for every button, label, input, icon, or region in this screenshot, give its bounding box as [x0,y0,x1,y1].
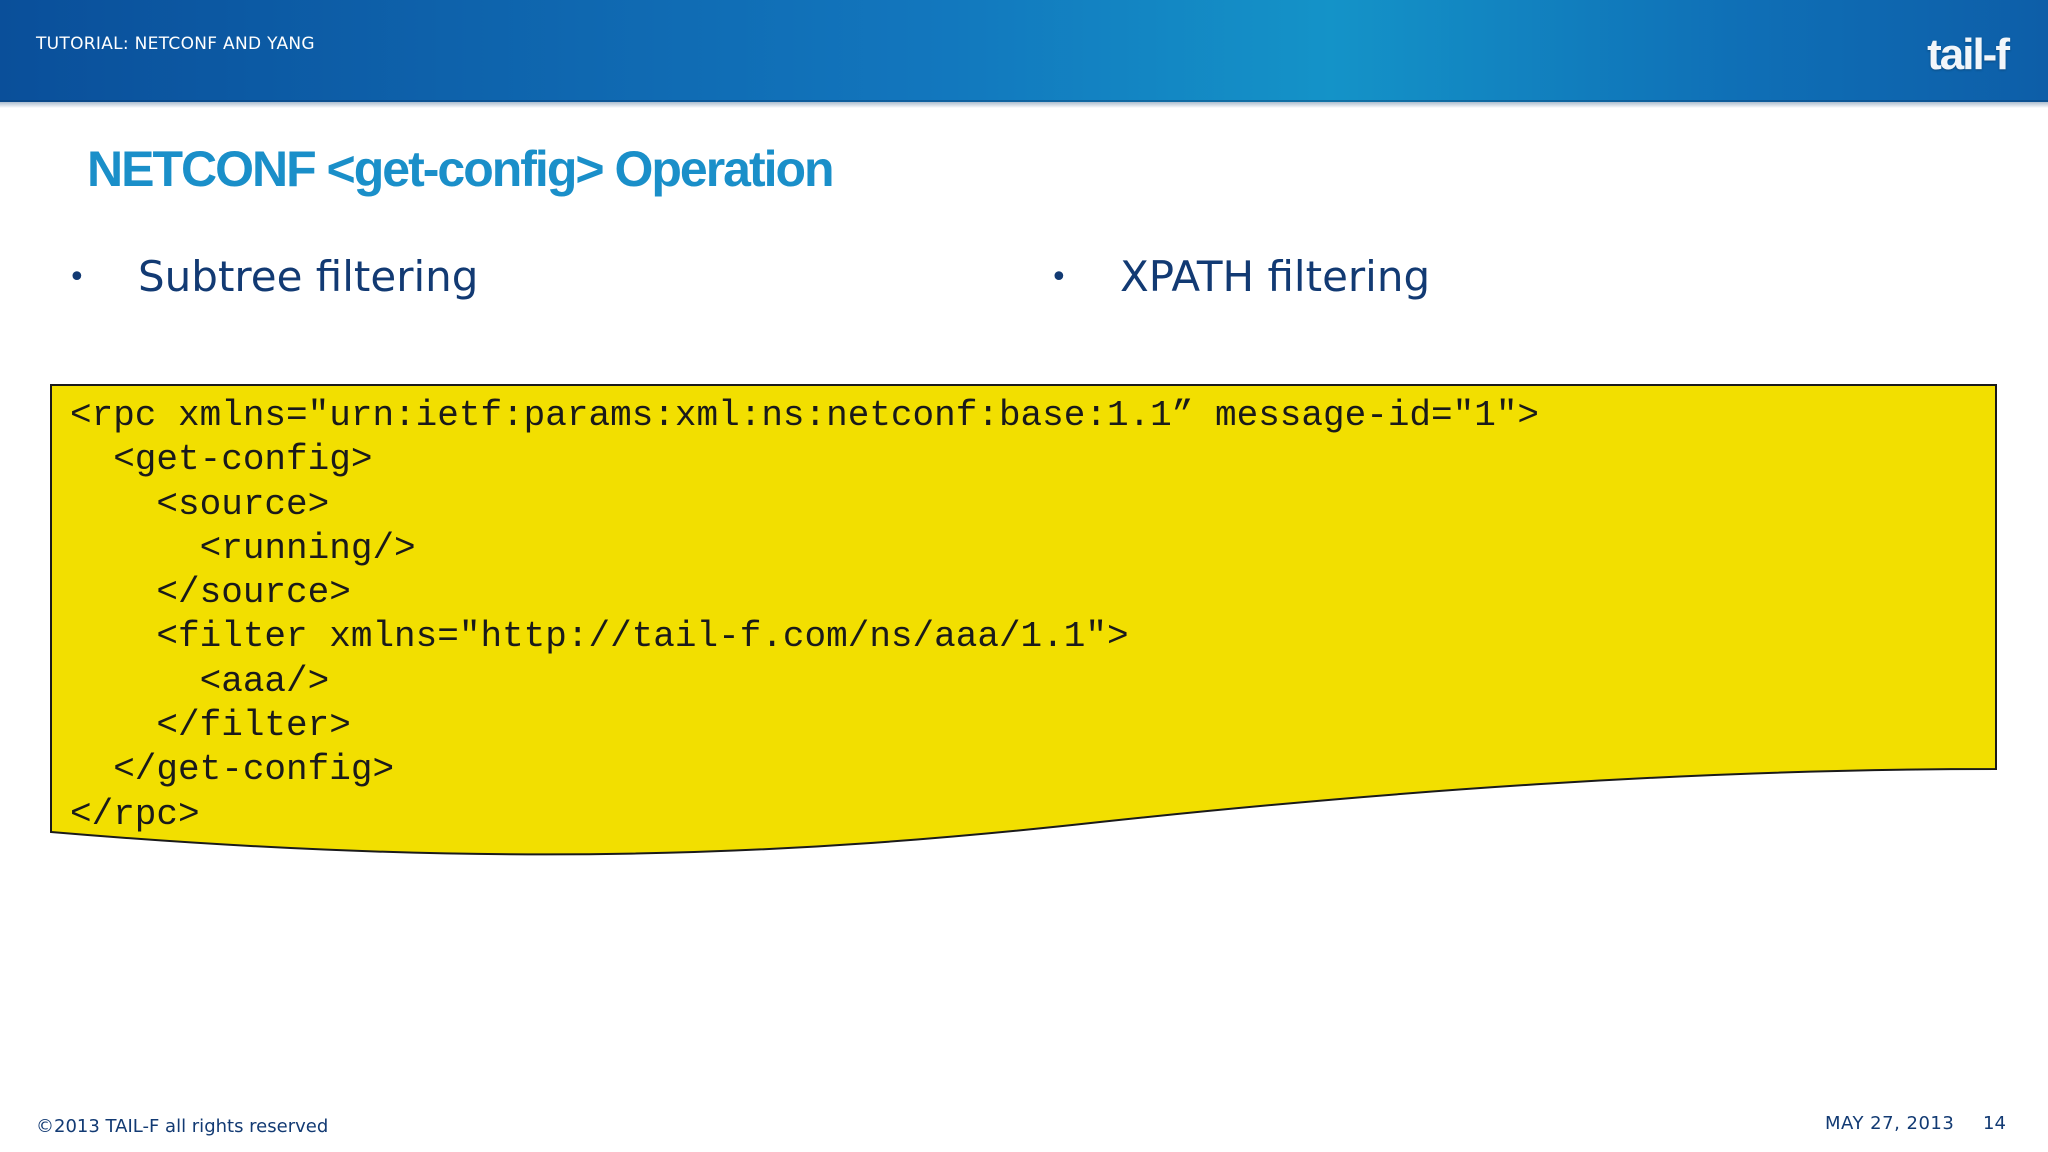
slide: TUTORIAL: NETCONF AND YANG tail-f NETCON… [0,0,2048,1152]
code-line: </get-config> [70,749,395,791]
code-line: <get-config> [70,439,373,481]
code-line: <filter xmlns="http://tail-f.com/ns/aaa/… [70,616,1129,658]
code-line: <running/> [70,527,416,569]
footer-copyright: ©2013 TAIL-F all rights reserved [36,1116,329,1137]
code-block: <rpc xmlns="urn:ietf:params:xml:ns:netco… [70,394,1539,837]
code-line: <rpc xmlns="urn:ietf:params:xml:ns:netco… [70,395,1540,436]
code-line: </rpc> [70,793,200,835]
code-line: </filter> [70,705,351,747]
footer-date: MAY 27, 2013 [1825,1113,1955,1134]
page-number: 14 [1983,1113,2006,1134]
code-line: <aaa/> [70,660,330,702]
code-line: </source> [70,572,351,614]
code-line: <source> [70,483,330,525]
